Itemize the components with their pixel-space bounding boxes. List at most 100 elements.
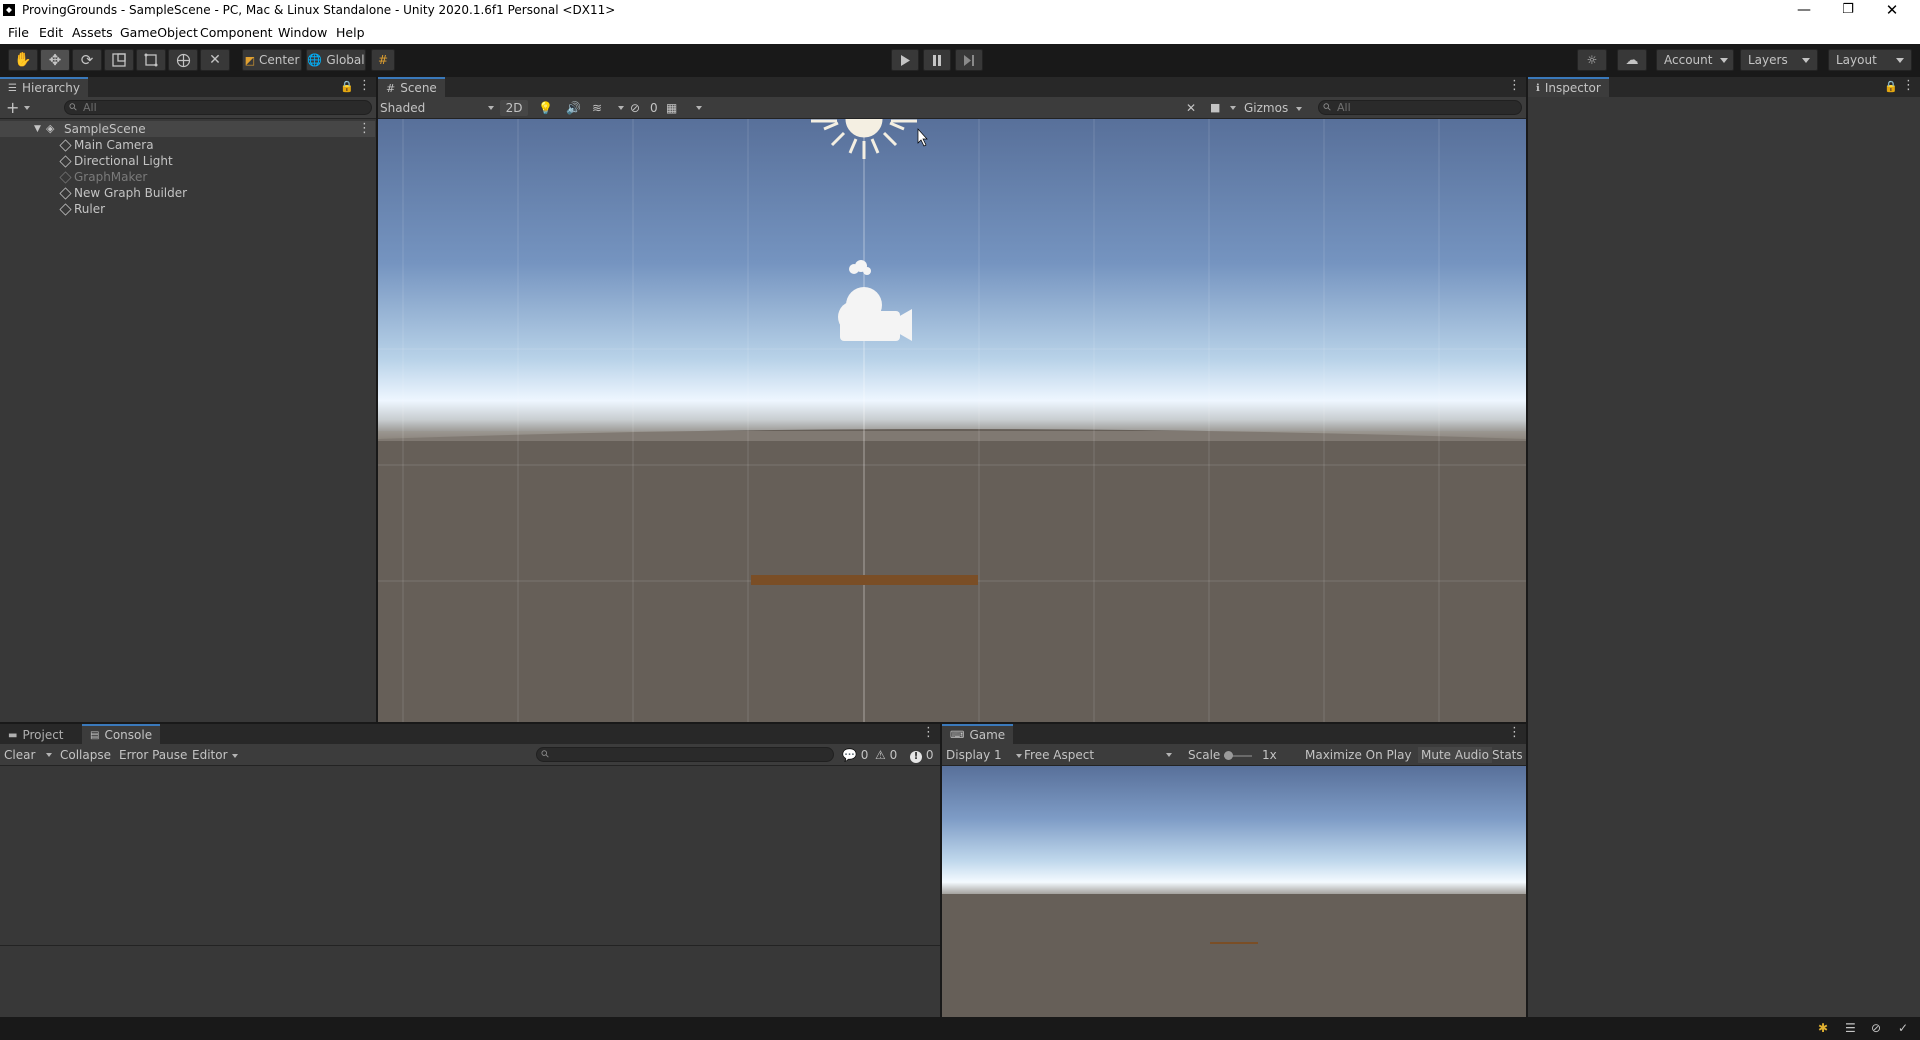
cloud-icon: ☁ bbox=[1625, 52, 1639, 68]
camera-settings-icon[interactable]: ■ bbox=[1210, 100, 1220, 116]
rect-tool-button[interactable] bbox=[136, 49, 166, 71]
pivot-rotation-toggle[interactable]: 🌐 Global bbox=[306, 49, 366, 71]
pause-button[interactable] bbox=[923, 49, 951, 71]
layers-dropdown[interactable]: Layers bbox=[1740, 49, 1818, 71]
panel-menu-icon[interactable]: ⋮ bbox=[1902, 78, 1915, 93]
console-icon: ▤ bbox=[90, 729, 100, 741]
account-dropdown[interactable]: Account bbox=[1656, 49, 1734, 71]
lock-icon[interactable]: 🔒 bbox=[1884, 80, 1898, 93]
menu-component[interactable]: Component bbox=[200, 25, 273, 40]
audio-toggle-icon[interactable]: 🔊 bbox=[566, 100, 581, 116]
hidden-objects-icon[interactable]: ⊘ bbox=[630, 100, 640, 116]
scene-row[interactable]: ▼ ◈ SampleScene ⋮ bbox=[0, 121, 375, 137]
menu-help[interactable]: Help bbox=[336, 25, 365, 40]
scene-toolbar: Shaded 2D 💡 🔊 ≋ ⊘ 0 ▦ ✕ ■ Gizmos All bbox=[378, 97, 1526, 119]
hierarchy-item-new-graph-builder[interactable]: New Graph Builder bbox=[0, 185, 375, 201]
rotate-tool-button[interactable]: ⟳ bbox=[72, 49, 102, 71]
minimize-button[interactable]: — bbox=[1782, 0, 1826, 22]
tab-project[interactable]: ▬ Project bbox=[0, 724, 72, 744]
maximize-on-play-toggle[interactable]: Maximize On Play bbox=[1305, 747, 1412, 763]
clear-options-icon[interactable] bbox=[46, 753, 52, 757]
error-pause-button[interactable]: Error Pause bbox=[119, 747, 187, 763]
warning-count-toggle[interactable]: ⚠ 0 bbox=[875, 747, 897, 763]
collab-button[interactable]: ☼ bbox=[1577, 49, 1607, 71]
progress-ok-icon[interactable]: ✓ bbox=[1898, 1021, 1908, 1035]
move-tool-button[interactable]: ✥ bbox=[40, 49, 70, 71]
mute-audio-toggle[interactable]: Mute Audio bbox=[1418, 747, 1492, 763]
panel-menu-icon[interactable]: ⋮ bbox=[1508, 78, 1521, 93]
lighting-toggle-icon[interactable]: 💡 bbox=[538, 100, 553, 116]
panel-menu-icon[interactable]: ⋮ bbox=[922, 725, 935, 740]
grid-toggle-icon[interactable]: ▦ bbox=[666, 100, 677, 116]
hierarchy-item-ruler[interactable]: Ruler bbox=[0, 201, 375, 217]
console-log-list[interactable] bbox=[0, 766, 940, 946]
gizmos-dropdown[interactable]: Gizmos bbox=[1244, 100, 1308, 116]
tab-hierarchy[interactable]: ☰ Hierarchy bbox=[0, 77, 88, 97]
error-count-toggle[interactable]: ! 0 bbox=[910, 747, 933, 763]
editor-dropdown[interactable]: Editor bbox=[192, 747, 238, 763]
tab-console[interactable]: ▤ Console bbox=[82, 724, 161, 744]
scene-tools-icon[interactable]: ✕ bbox=[1186, 100, 1196, 116]
hierarchy-search-input[interactable]: All bbox=[64, 100, 372, 115]
scale-slider-thumb[interactable] bbox=[1224, 751, 1233, 760]
menu-file[interactable]: File bbox=[8, 25, 29, 40]
gamepad-icon: ⌨ bbox=[950, 729, 965, 741]
layers-label: Layers bbox=[1748, 53, 1788, 67]
collapse-button[interactable]: Collapse bbox=[60, 747, 111, 763]
stats-toggle[interactable]: Stats bbox=[1492, 747, 1523, 763]
maximize-button[interactable]: ❐ bbox=[1826, 0, 1870, 22]
create-plus-icon[interactable]: + bbox=[6, 98, 19, 117]
effects-dropdown-icon[interactable] bbox=[618, 106, 624, 110]
panel-menu-icon[interactable]: ⋮ bbox=[1508, 725, 1521, 740]
hierarchy-item-directional-light[interactable]: Directional Light bbox=[0, 153, 375, 169]
pivot-rotation-label: Global bbox=[326, 53, 365, 67]
scale-value: 1x bbox=[1262, 748, 1277, 762]
scene-menu-icon[interactable]: ⋮ bbox=[358, 121, 371, 137]
game-panel: ⌨ Game ⋮ Display 1 Free Aspect Scale 1x … bbox=[942, 724, 1526, 1017]
transform-tool-button[interactable] bbox=[168, 49, 198, 71]
grid-dropdown-icon[interactable] bbox=[696, 106, 702, 110]
cache-server-icon[interactable]: ☰ bbox=[1845, 1021, 1856, 1035]
console-search-input[interactable] bbox=[536, 747, 834, 762]
scale-tool-button[interactable] bbox=[104, 49, 134, 71]
cloud-button[interactable]: ☁ bbox=[1617, 49, 1647, 71]
custom-tool-button[interactable]: ✕ bbox=[200, 49, 230, 71]
layout-dropdown[interactable]: Layout bbox=[1828, 49, 1912, 71]
hierarchy-item-graphmaker[interactable]: GraphMaker bbox=[0, 169, 375, 185]
clear-button[interactable]: Clear bbox=[4, 747, 35, 763]
menu-gameobject[interactable]: GameObject bbox=[120, 25, 198, 40]
effects-toggle-icon[interactable]: ≋ bbox=[592, 100, 602, 116]
auto-generate-lighting-icon[interactable]: ⊘ bbox=[1871, 1021, 1881, 1035]
ruler-plank[interactable] bbox=[751, 575, 978, 585]
item-label: Main Camera bbox=[74, 138, 154, 152]
menu-window[interactable]: Window bbox=[278, 25, 327, 40]
scene-viewport[interactable] bbox=[378, 119, 1526, 722]
tab-game[interactable]: ⌨ Game bbox=[942, 724, 1014, 744]
close-button[interactable]: ✕ bbox=[1870, 0, 1914, 22]
hand-tool-button[interactable]: ✋ bbox=[8, 49, 38, 71]
tab-inspector[interactable]: ℹ Inspector bbox=[1528, 77, 1609, 97]
play-button[interactable] bbox=[891, 49, 919, 71]
display-dropdown[interactable]: Display 1 bbox=[946, 747, 1022, 763]
2d-toggle[interactable]: 2D bbox=[500, 100, 528, 116]
create-dropdown-icon[interactable] bbox=[24, 106, 30, 110]
scene-search-input[interactable]: All bbox=[1318, 100, 1522, 115]
bug-icon[interactable]: ✱ bbox=[1818, 1021, 1828, 1035]
log-count-toggle[interactable]: 💬 0 bbox=[842, 747, 868, 763]
step-button[interactable] bbox=[955, 49, 983, 71]
main-toolbar: ✋ ✥ ⟳ ✕ ◩ Center 🌐 Global # ☼ ☁ Account … bbox=[0, 44, 1920, 77]
aspect-dropdown[interactable]: Free Aspect bbox=[1024, 747, 1176, 763]
menu-edit[interactable]: Edit bbox=[39, 25, 63, 40]
lock-icon[interactable]: 🔒 bbox=[340, 80, 354, 93]
tab-scene[interactable]: # Scene bbox=[378, 77, 445, 97]
expand-arrow-icon[interactable]: ▼ bbox=[34, 121, 41, 137]
panel-menu-icon[interactable]: ⋮ bbox=[358, 78, 371, 93]
pivot-mode-toggle[interactable]: ◩ Center bbox=[242, 49, 302, 71]
draw-mode-dropdown[interactable]: Shaded bbox=[380, 100, 498, 116]
menu-assets[interactable]: Assets bbox=[72, 25, 113, 40]
camera-dropdown-icon[interactable] bbox=[1230, 106, 1236, 110]
game-viewport[interactable] bbox=[942, 766, 1526, 1017]
folder-icon: ▬ bbox=[8, 729, 18, 741]
grid-snap-button[interactable]: # bbox=[371, 49, 395, 71]
hierarchy-item-main-camera[interactable]: Main Camera bbox=[0, 137, 375, 153]
